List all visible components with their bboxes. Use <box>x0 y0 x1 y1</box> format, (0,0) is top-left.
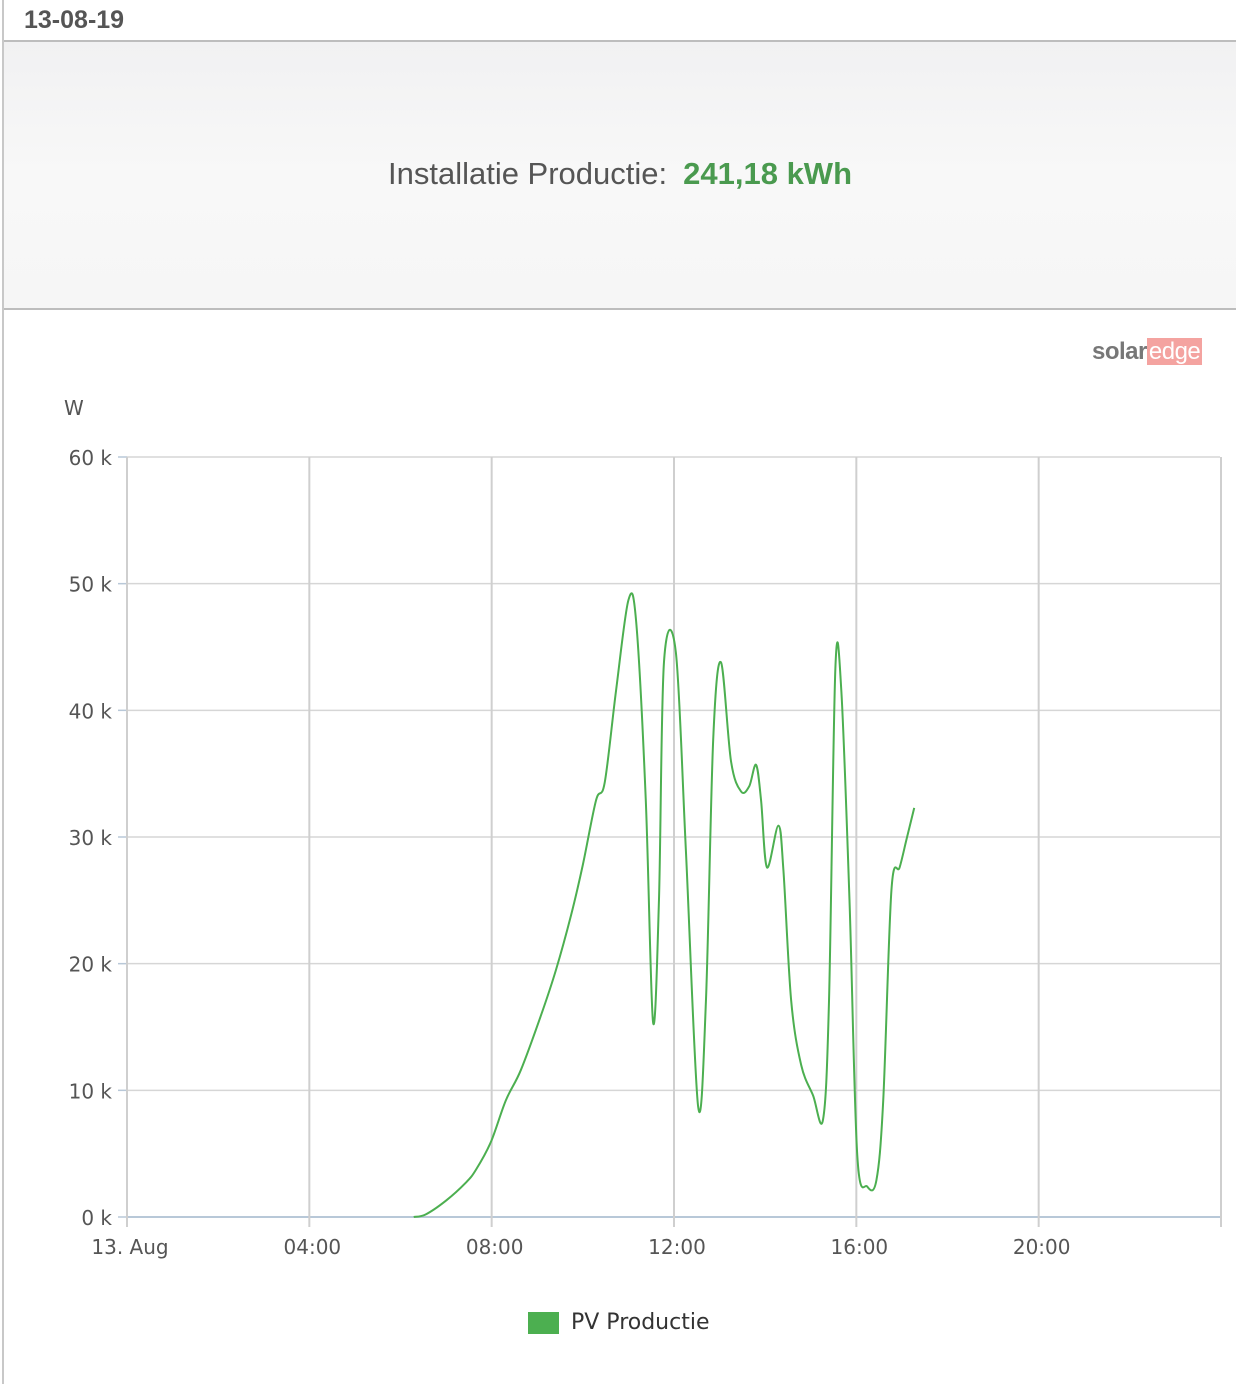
y-tick-label: 40 k <box>69 699 113 723</box>
x-tick-label: 08:00 <box>466 1235 524 1259</box>
legend-label: PV Productie <box>571 1310 710 1335</box>
production-chart: W 0 k 10 k 20 k 30 k 40 k 50 k 60 k 13. Aug 04:0… <box>64 396 1222 1259</box>
x-tick-label: 04:00 <box>284 1235 342 1259</box>
x-tick-label: 16:00 <box>831 1235 889 1259</box>
x-tick-label: 12:00 <box>648 1235 706 1259</box>
y-tick-label: 30 k <box>69 826 113 850</box>
series-line-pv-productie <box>413 592 916 1218</box>
y-tick-label: 20 k <box>69 953 113 977</box>
y-tick-label: 10 k <box>69 1079 113 1103</box>
legend-item-pv-productie[interactable]: PV Productie <box>528 1310 710 1335</box>
legend-swatch <box>528 1311 559 1334</box>
y-axis-label: W <box>64 396 84 420</box>
y-tick-label: 0 k <box>81 1206 112 1230</box>
y-tick-label: 60 k <box>69 446 113 470</box>
y-tick-label: 50 k <box>69 573 113 597</box>
x-tick-label: 13. Aug <box>91 1235 168 1259</box>
x-tick-label: 20:00 <box>1013 1235 1071 1259</box>
